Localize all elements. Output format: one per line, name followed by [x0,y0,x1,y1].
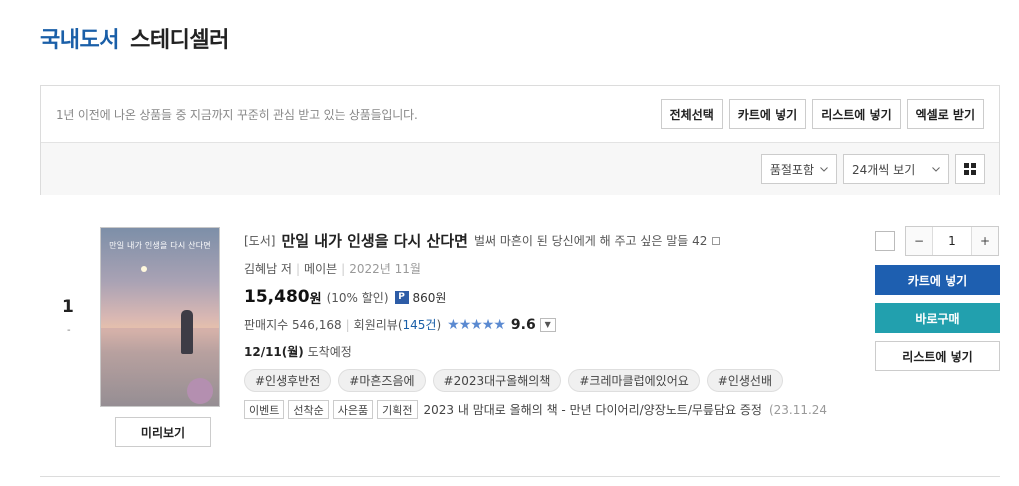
add-to-list-button[interactable]: 리스트에 넣기 [875,341,1000,371]
point-amount: 860원 [412,290,447,305]
first-come-badge: 선착순 [288,400,329,419]
tag-chip[interactable]: #마흔즈음에 [338,369,426,392]
quantity-plus-button[interactable]: + [972,227,998,255]
figure-illustration [181,310,193,354]
item-actions: − 1 + 카트에 넣기 바로구매 리스트에 넣기 [875,226,1000,371]
select-all-button[interactable]: 전체선택 [660,99,723,129]
book-subtitle: 벌써 마흔이 된 당신에게 해 주고 싶은 말들 42 [473,234,708,248]
author-line: 김혜남 저 | 메이븐 | 2022년 11월 [244,262,421,276]
quantity-stepper: − 1 + [905,226,999,256]
rank-change: - [67,325,71,336]
quantity-minus-button[interactable]: − [906,227,932,255]
product-type: [도서] [244,234,276,248]
chevron-down-icon [820,166,828,172]
promotion-badge: 기획전 [377,400,418,419]
per-page-select[interactable]: 24개씩 보기 [843,154,949,184]
moon-icon [141,266,147,272]
event-line: 이벤트 선착순 사은품 기획전 2023 내 맘대로 올해의 책 - 만년 다이… [244,400,854,419]
quantity-input[interactable]: 1 [932,227,972,255]
delivery-text: 도착예정 [307,345,352,359]
book-cover[interactable]: 만일 내가 인생을 다시 산다면 [100,227,220,407]
book-detail: [도서] 만일 내가 인생을 다시 산다면 벌써 마흔이 된 당신에게 해 주고… [244,230,854,419]
expand-icon[interactable]: ▼ [539,317,556,332]
sale-price: 15,480 [244,287,310,307]
info-toolbar: 1년 이전에 나온 상품들 중 지금까지 꾸준히 관심 받고 있는 상품들입니다… [41,86,999,143]
stock-filter-select[interactable]: 품절포함 [760,154,837,184]
event-date: (23.11.24 [768,402,828,417]
publish-date: 2022년 11월 [349,262,421,276]
title-line: [도서] 만일 내가 인생을 다시 산다면 벌써 마흔이 된 당신에게 해 주고… [244,230,854,251]
author-link[interactable]: 김혜남 저 [244,262,292,276]
new-window-icon[interactable] [712,236,721,245]
discount-rate: (10% 할인) [326,290,389,305]
rating-score: 9.6 [510,316,536,333]
price-line: 15,480 원 (10% 할인) P 860원 [244,287,854,307]
add-to-cart-button[interactable]: 카트에 넣기 [875,265,1000,295]
event-badge: 이벤트 [244,400,285,419]
tag-chip[interactable]: #인생선배 [706,369,784,392]
per-page-label: 24개씩 보기 [852,162,916,177]
page-title: 국내도서 스테디셀러 [40,22,229,54]
chevron-down-icon [932,166,940,172]
excel-download-button[interactable]: 엑셀로 받기 [906,99,984,129]
delivery-line: 12/11(월) 도착예정 [244,343,854,360]
preview-button[interactable]: 미리보기 [115,417,211,447]
quantity-row: − 1 + [875,226,1000,256]
review-label: 회원리뷰( [353,318,403,332]
star-rating: ★★★★★ [447,316,506,333]
sales-index: 판매지수 546,168 [244,318,342,332]
cover-badge [187,378,213,404]
event-link[interactable]: 2023 내 맘대로 올해의 책 - 만년 다이어리/양장노트/무릎담요 증정 [424,401,762,418]
review-count-link[interactable]: 145건 [403,316,437,333]
tag-list: #인생후반전 #마흔즈음에 #2023대구올해의책 #크레마클럽에있어요 #인생… [244,369,854,392]
bulk-actions: 전체선택 카트에 넣기 리스트에 넣기 엑셀로 받기 [660,99,984,129]
sales-line: 판매지수 546,168 | 회원리뷰(145건) ★★★★★ 9.6 ▼ [244,316,854,333]
tag-chip[interactable]: #인생후반전 [244,369,332,392]
list-description: 1년 이전에 나온 상품들 중 지금까지 꾸준히 관심 받고 있는 상품들입니다… [56,107,418,122]
cover-title: 만일 내가 인생을 다시 산다면 [109,241,211,250]
category-title: 국내도서 [40,28,119,53]
divider [40,476,1000,477]
bulk-add-list-button[interactable]: 리스트에 넣기 [812,99,901,129]
grid-view-icon [964,163,976,175]
list-info-panel: 1년 이전에 나온 상품들 중 지금까지 꾸준히 관심 받고 있는 상품들입니다… [40,85,1000,195]
review-close: ) [436,317,442,332]
rank-number: 1 [62,297,74,317]
point-icon: P [394,290,409,304]
buy-now-button[interactable]: 바로구매 [875,303,1000,333]
bulk-add-cart-button[interactable]: 카트에 넣기 [728,99,807,129]
publisher-link[interactable]: 메이븐 [304,262,337,276]
book-title-link[interactable]: 만일 내가 인생을 다시 산다면 [281,230,468,251]
stock-filter-label: 품절포함 [769,162,814,177]
delivery-date: 12/11(월) [244,345,304,359]
gift-badge: 사은품 [332,400,374,419]
tag-chip[interactable]: #2023대구올해의책 [432,369,562,392]
tag-chip[interactable]: #크레마클럽에있어요 [568,369,700,392]
filter-bar: 품절포함 24개씩 보기 [41,143,999,195]
price-unit: 원 [309,291,322,307]
item-checkbox[interactable] [875,231,895,251]
grid-view-button[interactable] [955,154,985,184]
list-title: 스테디셀러 [130,28,229,53]
